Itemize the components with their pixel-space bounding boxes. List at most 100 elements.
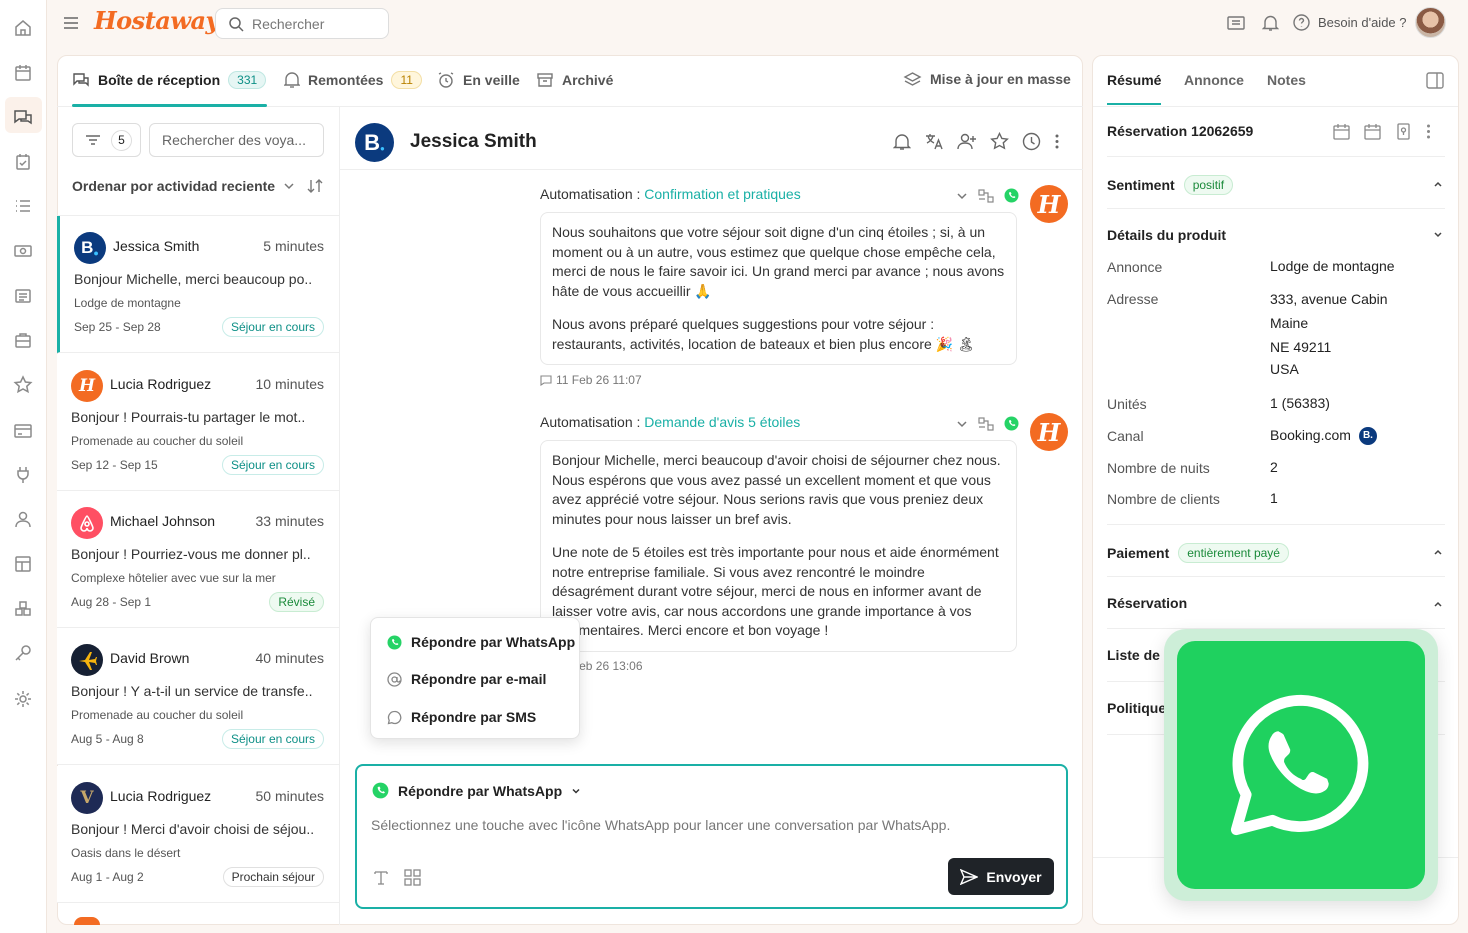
last-activity: 10 minutes [255,376,324,392]
whatsapp-icon [1004,416,1019,431]
calendar-icon[interactable] [13,63,33,83]
user-avatar[interactable] [1415,7,1446,38]
payment-section[interactable]: Paiement entièrement payé [1107,543,1289,563]
policy-section[interactable]: Politique [1107,700,1166,716]
star-icon[interactable] [13,375,33,395]
conversation-item[interactable]: B ● Jessica Smith 5 minutes Bonjour Miche… [57,216,339,353]
calendar-edit-icon[interactable] [1333,123,1350,140]
search-placeholder: Rechercher [252,15,325,32]
hostaway-avatar: H [71,370,103,402]
chevron-down-icon[interactable] [956,190,968,202]
sms-bubble-icon [387,710,402,724]
sentiment-section[interactable]: Sentiment positif [1107,175,1234,195]
listing-name: Promenade au coucher du soleil [71,434,244,448]
layout-icon[interactable] [13,554,33,574]
briefcase-icon[interactable] [13,330,33,350]
guest-name: Lucia Rodriguez [110,788,212,804]
brand-logo[interactable]: Hostaway [94,6,220,35]
plane-avatar [71,644,103,676]
chat-icon [73,73,89,87]
chevron-up-icon[interactable] [1432,598,1444,610]
composer-channel-dropdown[interactable]: Répondre par WhatsApp [372,782,581,799]
conversation-item[interactable]: David Brown 40 minutes Bonjour ! Y a-t-i… [57,628,339,765]
stay-dates: Aug 28 - Sep 1 [71,595,152,609]
add-user-icon[interactable] [957,132,977,151]
conversation-item[interactable]: Michael Johnson 33 minutes Bonjour ! Pou… [57,491,339,628]
plug-icon[interactable] [13,465,33,485]
door-key-icon[interactable] [1395,123,1412,140]
payment-badge: entièrement payé [1178,543,1289,563]
card-icon[interactable] [13,421,33,441]
calendar-icon[interactable] [1364,123,1381,140]
more-vertical-icon[interactable] [1054,132,1060,151]
tab-inbox[interactable]: Boîte de réception 331 [72,71,267,89]
listing-name: Promenade au coucher du soleil [71,708,244,722]
reservation-section[interactable]: Réservation [1107,595,1187,611]
automation-template-link[interactable]: Confirmation et pratiques [644,186,800,202]
help-link[interactable]: Besoin d'aide ? [1293,14,1407,31]
detail-value: 1 (56383) [1270,395,1330,411]
menu-item-email[interactable]: Répondre par e-mail [371,660,579,698]
detail-value: Booking.com [1270,427,1351,443]
status-badge: Révisé [269,592,324,612]
collapse-panel-icon[interactable] [1426,72,1444,89]
tab-notes[interactable]: Notes [1267,72,1306,88]
sort-direction-icon[interactable] [306,178,324,194]
reports-icon[interactable] [1227,15,1245,31]
alarm-icon [438,72,454,88]
guest-search-input[interactable]: Rechercher des voya... [149,123,324,157]
guest-name: Jessica Smith [113,238,200,254]
settings-icon[interactable] [13,689,33,709]
menu-item-whatsapp[interactable]: Répondre par WhatsApp [371,624,579,660]
menu-item-sms[interactable]: Répondre par SMS [371,698,579,736]
tab-archived[interactable]: Archivé [536,71,613,89]
chevron-up-icon[interactable] [1432,178,1444,190]
composer-tools [373,869,421,886]
message-paragraph: Nous souhaitons que votre séjour soit di… [552,224,1005,299]
templates-grid-icon[interactable] [404,869,421,886]
text-format-icon[interactable] [373,869,389,885]
clock-icon[interactable] [1022,132,1041,151]
tasks-calendar-icon[interactable] [13,152,33,172]
tab-escalations[interactable]: Remontées 11 [284,71,422,89]
chevron-up-icon[interactable] [1432,546,1444,558]
tab-listing[interactable]: Annonce [1184,72,1244,88]
translate-icon[interactable] [924,132,944,151]
key-icon[interactable] [13,643,33,663]
composer-input[interactable]: Sélectionnez une touche avec l'icône Wha… [371,817,950,833]
conversation-title: Jessica Smith [410,131,537,152]
user-icon[interactable] [13,509,33,529]
more-vertical-icon[interactable] [1426,123,1431,140]
menu-icon[interactable] [62,15,80,31]
chevron-down-icon[interactable] [956,418,968,430]
reservation-actions [1333,123,1431,140]
product-details-title[interactable]: Détails du produit [1107,227,1226,243]
checklist-section[interactable]: Liste de c [1107,647,1172,663]
send-button[interactable]: Envoyer [948,858,1054,895]
guest-name: David Brown [110,650,190,666]
grid-apps-icon[interactable] [13,599,33,619]
detail-value: Maine [1270,315,1309,331]
conversation-item[interactable]: V Lucia Rodriguez 50 minutes Bonjour ! M… [57,766,339,903]
archive-icon [537,73,553,87]
bell-icon[interactable] [893,132,911,151]
notification-bell-icon[interactable] [1262,14,1279,32]
automation-template-link[interactable]: Demande d'avis 5 étoiles [644,414,800,430]
chevron-down-icon[interactable] [1432,229,1444,241]
list-icon[interactable] [13,196,33,216]
money-icon[interactable] [13,241,33,261]
reports-icon[interactable] [13,286,33,306]
global-search[interactable]: Rechercher [215,8,389,39]
bulk-update-button[interactable]: Mise à jour en masse [903,71,1071,87]
automation-prefix: Automatisation : [540,414,641,430]
tab-summary[interactable]: Résumé [1107,72,1161,88]
vrbo-avatar: V [71,782,103,814]
filter-button[interactable]: 5 [72,123,141,157]
tab-snoozed[interactable]: En veille [437,71,520,89]
detail-key: Nombre de nuits [1107,460,1210,476]
inbox-chat-icon[interactable] [13,107,33,127]
sort-dropdown[interactable]: Ordenar por actividad reciente [72,178,295,194]
star-icon[interactable] [990,132,1009,151]
conversation-item[interactable]: H Lucia Rodriguez 10 minutes Bonjour ! P… [57,354,339,491]
home-icon[interactable] [13,18,33,38]
